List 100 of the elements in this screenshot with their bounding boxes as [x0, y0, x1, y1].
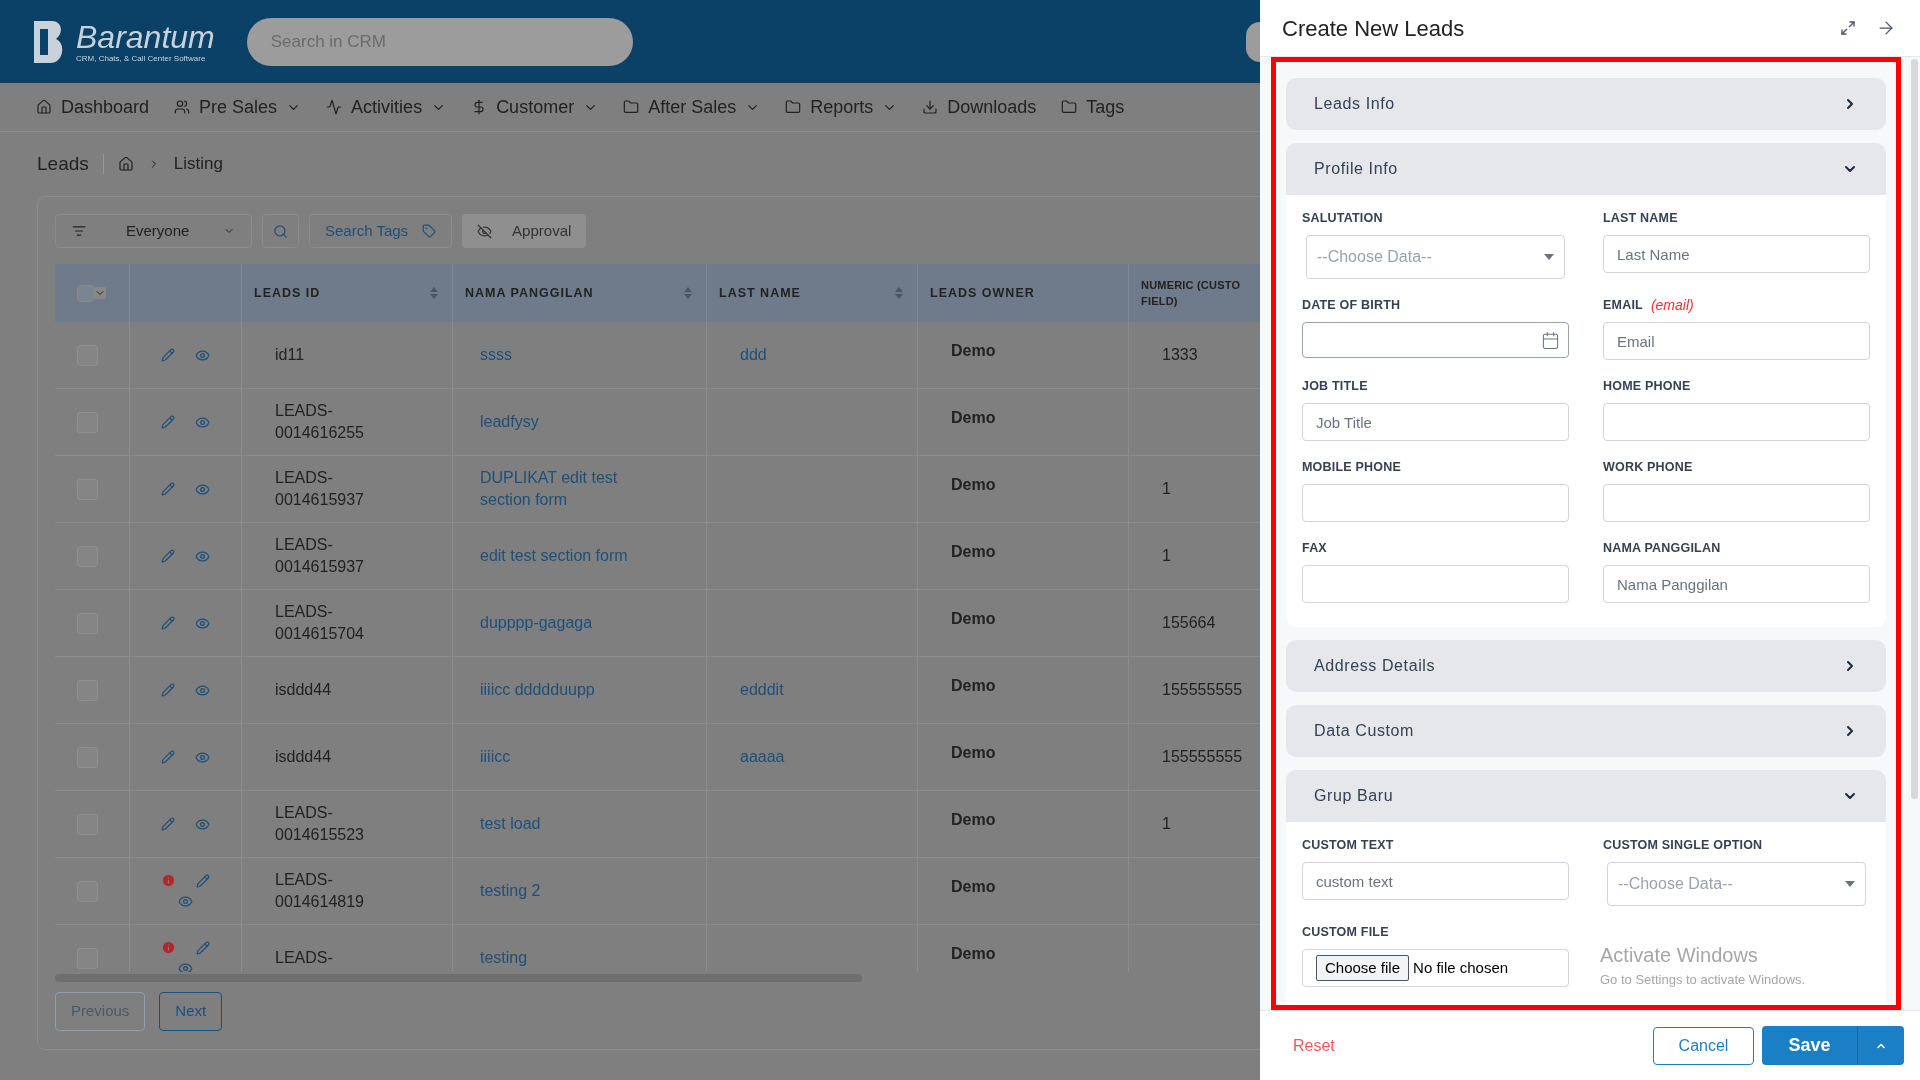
view-icon[interactable]	[195, 816, 210, 832]
edit-icon[interactable]	[196, 940, 210, 955]
table-cell-text: Demo	[951, 877, 996, 897]
view-icon[interactable]	[195, 615, 210, 631]
edit-icon[interactable]	[161, 348, 175, 362]
table-cell-text: LEADS- 0014616255	[275, 401, 364, 443]
edit-icon[interactable]	[196, 873, 210, 888]
name-link[interactable]: ssss	[480, 344, 512, 366]
table-cell-text: LEADS- 0014614819	[275, 870, 364, 912]
nav-item[interactable]: Tags	[1061, 93, 1125, 121]
table-cell-text: Demo	[951, 341, 996, 361]
name-link[interactable]: leadfysy	[480, 411, 539, 433]
warning-icon[interactable]	[161, 940, 176, 955]
last-name-link[interactable]: aaaaa	[740, 745, 785, 769]
select-field[interactable]: --Choose Data--	[1607, 862, 1866, 906]
last-name-link[interactable]: edddit	[740, 678, 784, 702]
input-field[interactable]: Job Title	[1302, 403, 1569, 441]
cancel-button[interactable]: Cancel	[1653, 1026, 1754, 1065]
table-cell-text: 1	[1162, 479, 1171, 499]
activation-notice-text: Go to Settings to activate Windows.	[1600, 971, 1806, 989]
date-field[interactable]	[1302, 322, 1569, 358]
panel-title: Create New Leads	[1282, 14, 1466, 43]
nav-item[interactable]: After Sales	[623, 93, 761, 121]
field-label: LAST NAME	[1603, 209, 1678, 227]
file-field[interactable]: Choose file No file chosen	[1302, 949, 1569, 987]
name-link[interactable]: test load	[480, 813, 541, 835]
name-link[interactable]: testing 2	[480, 880, 541, 902]
edit-icon[interactable]	[161, 415, 175, 429]
view-icon[interactable]	[195, 481, 210, 497]
nav-icon	[36, 99, 52, 115]
name-link[interactable]: iiiicc ddddduupp	[480, 679, 595, 701]
input-field[interactable]: Email	[1603, 322, 1870, 360]
input-field[interactable]	[1302, 484, 1569, 522]
sort-icon[interactable]	[430, 287, 438, 299]
nav-item[interactable]: Downloads	[922, 93, 1037, 121]
warning-icon[interactable]	[161, 873, 176, 888]
accordion-header[interactable]: Profile Info	[1286, 143, 1886, 195]
last-name-link[interactable]: ddd	[740, 343, 767, 367]
nav-item[interactable]: Dashboard	[36, 93, 150, 121]
view-icon[interactable]	[195, 682, 210, 698]
select-all-checkbox[interactable]	[77, 284, 94, 302]
input-field[interactable]: custom text	[1302, 862, 1569, 900]
approval-button[interactable]: Approval	[462, 214, 587, 248]
edit-icon[interactable]	[161, 750, 175, 764]
accordion-header[interactable]: Leads Info	[1286, 78, 1886, 130]
name-link[interactable]: testing	[480, 947, 528, 969]
home-icon[interactable]	[117, 156, 134, 172]
input-field[interactable]: Nama Panggilan	[1603, 565, 1870, 603]
pagination-button[interactable]: Next	[159, 992, 223, 1031]
choose-file-button[interactable]: Choose file	[1316, 954, 1410, 982]
search-button[interactable]	[262, 214, 299, 248]
edit-icon[interactable]	[161, 817, 175, 831]
input-field[interactable]	[1302, 565, 1569, 603]
name-link[interactable]: dupppp-gagaga	[480, 612, 593, 634]
table-cell-text: Demo	[951, 408, 996, 428]
view-icon[interactable]	[178, 961, 193, 972]
owner-filter[interactable]: Everyone	[55, 214, 252, 248]
accordion-header[interactable]: Data Custom	[1286, 705, 1886, 757]
input-field[interactable]: Last Name	[1603, 235, 1870, 273]
nav-item[interactable]: Pre Sales	[174, 93, 302, 121]
nav-item[interactable]: Activities	[326, 93, 447, 121]
view-icon[interactable]	[195, 548, 210, 564]
view-icon[interactable]	[195, 749, 210, 765]
column-header: NUMERIC (CUSTO FIELD)	[1141, 278, 1241, 309]
view-icon[interactable]	[195, 347, 210, 363]
select-field[interactable]: --Choose Data--	[1306, 235, 1565, 279]
name-link[interactable]: DUPLIKAT edit test section form	[480, 467, 666, 511]
nav-item[interactable]: Reports	[785, 93, 898, 121]
nav-item[interactable]: Customer	[471, 93, 599, 121]
sort-icon[interactable]	[684, 287, 692, 299]
view-icon[interactable]	[195, 414, 210, 430]
sort-icon[interactable]	[895, 287, 903, 299]
name-link[interactable]: edit test section form	[480, 545, 628, 567]
eye-off-icon	[477, 223, 493, 239]
column-header: LAST NAME	[719, 285, 801, 301]
expand-icon[interactable]	[1840, 20, 1856, 36]
accordion-header[interactable]: Address Details	[1286, 640, 1886, 692]
vertical-scrollbar[interactable]	[1911, 59, 1918, 799]
accordion-header[interactable]: Grup Baru	[1286, 770, 1886, 822]
view-icon[interactable]	[178, 894, 193, 909]
calendar-icon[interactable]	[1541, 330, 1560, 350]
reset-link[interactable]: Reset	[1293, 1033, 1653, 1058]
nav-icon	[623, 99, 640, 115]
input-field[interactable]	[1603, 484, 1870, 522]
column-header: LEADS OWNER	[930, 285, 1035, 301]
edit-icon[interactable]	[161, 683, 175, 697]
nav-icon	[1061, 99, 1078, 115]
name-link[interactable]: iiiicc	[480, 746, 511, 768]
filter-icon	[72, 224, 86, 238]
input-field[interactable]	[1603, 403, 1870, 441]
table-cell-text: Demo	[951, 743, 996, 763]
save-button[interactable]: Save	[1762, 1026, 1857, 1065]
table-cell-text: isddd44	[275, 680, 332, 700]
table-cell-text: Demo	[951, 609, 996, 629]
edit-icon[interactable]	[161, 549, 175, 563]
search-tags-button[interactable]: Search Tags	[309, 214, 453, 248]
save-options-button[interactable]	[1857, 1026, 1904, 1065]
edit-icon[interactable]	[161, 616, 175, 630]
edit-icon[interactable]	[161, 482, 175, 496]
chevron-down-icon[interactable]	[94, 287, 106, 299]
